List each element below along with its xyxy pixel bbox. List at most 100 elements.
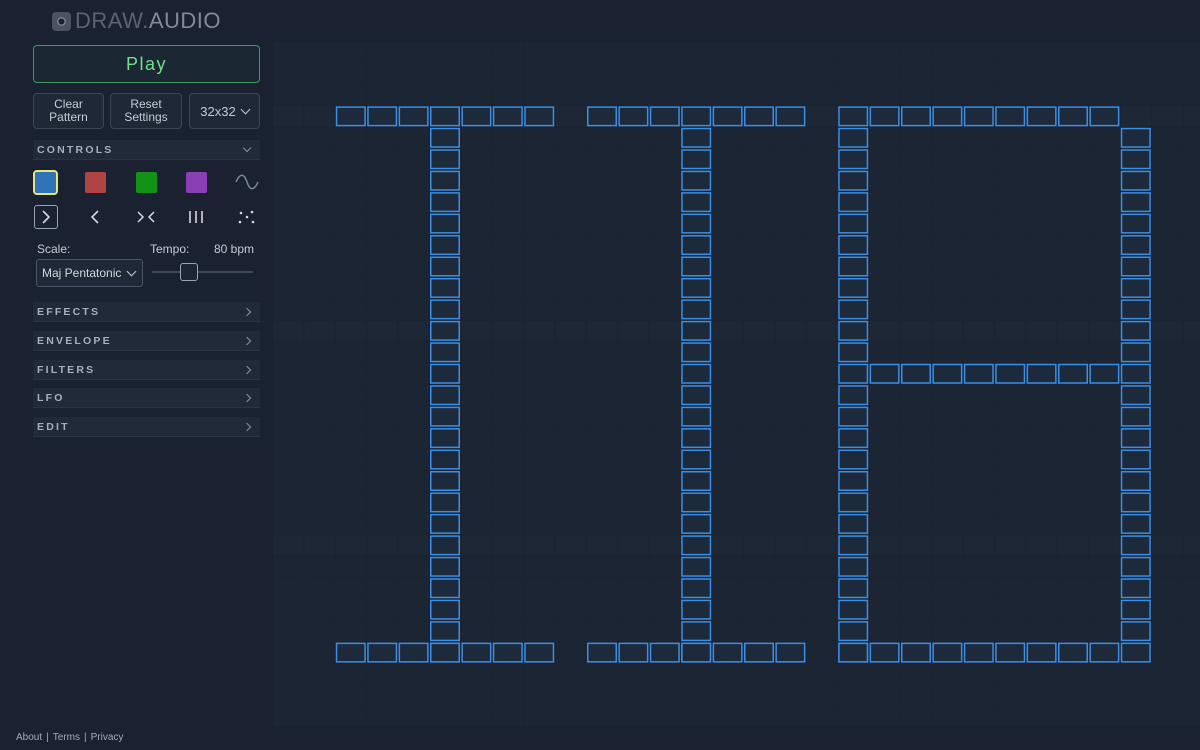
grid-cell[interactable] <box>1183 385 1200 406</box>
controls-section-header[interactable]: CONTROLS <box>33 140 260 160</box>
grid-cell[interactable] <box>398 63 429 84</box>
grid-cell[interactable] <box>1089 449 1120 470</box>
grid-cell-active[interactable] <box>681 277 712 298</box>
grid-cell-active[interactable] <box>1120 277 1151 298</box>
grid-cell[interactable] <box>618 535 649 556</box>
grid-cell[interactable] <box>461 192 492 213</box>
grid-cell[interactable] <box>273 642 303 663</box>
grid-cell-active[interactable] <box>838 642 869 663</box>
grid-cell[interactable] <box>587 170 617 191</box>
grid-cell[interactable] <box>901 513 931 534</box>
grid-cell[interactable] <box>1152 556 1183 577</box>
grid-cell[interactable] <box>555 170 586 191</box>
grid-cell[interactable] <box>744 192 774 213</box>
grid-cell[interactable] <box>1026 556 1057 577</box>
grid-cell-active[interactable] <box>681 170 712 191</box>
grid-cell[interactable] <box>304 578 335 599</box>
grid-cell[interactable] <box>555 492 586 513</box>
grid-cell[interactable] <box>492 513 523 534</box>
grid-cell[interactable] <box>398 513 429 534</box>
grid-cell[interactable] <box>775 385 806 406</box>
grid-cell-active[interactable] <box>681 621 712 642</box>
grid-cell[interactable] <box>398 84 429 105</box>
grid-cell[interactable] <box>367 428 398 449</box>
grid-cell[interactable] <box>492 492 523 513</box>
grid-cell[interactable] <box>304 192 335 213</box>
grid-cell[interactable] <box>335 385 366 406</box>
swatch-blue[interactable] <box>33 170 58 195</box>
grid-cell[interactable] <box>555 471 586 491</box>
grid-cell[interactable] <box>1152 621 1183 642</box>
clear-pattern-button[interactable]: Clear Pattern <box>33 93 104 129</box>
grid-cell[interactable] <box>901 342 931 363</box>
grid-cell[interactable] <box>304 170 335 191</box>
grid-cell-active[interactable] <box>932 106 963 127</box>
grid-cell[interactable] <box>335 127 366 148</box>
grid-cell[interactable] <box>932 471 963 491</box>
grid-cell-active[interactable] <box>1089 363 1120 384</box>
grid-cell[interactable] <box>555 513 586 534</box>
grid-cell[interactable] <box>932 256 963 277</box>
grid-cell-active[interactable] <box>524 106 555 127</box>
grid-cell[interactable] <box>273 556 303 577</box>
grid-cell[interactable] <box>1058 706 1088 727</box>
grid-cell[interactable] <box>398 621 429 642</box>
grid-cell[interactable] <box>524 42 555 62</box>
grid-cell[interactable] <box>304 385 335 406</box>
grid-cell[interactable] <box>963 428 994 449</box>
grid-cell-active[interactable] <box>681 406 712 427</box>
logo[interactable]: DRAW.AUDIO <box>52 8 221 34</box>
grid-cell[interactable] <box>618 63 649 84</box>
grid-cell[interactable] <box>1089 706 1120 727</box>
grid-cell[interactable] <box>775 149 806 170</box>
grid-cell-active[interactable] <box>838 170 869 191</box>
grid-cell[interactable] <box>1089 192 1120 213</box>
grid-cell[interactable] <box>1089 213 1120 234</box>
grid-cell[interactable] <box>932 63 963 84</box>
grid-cell[interactable] <box>1183 621 1200 642</box>
grid-cell[interactable] <box>492 170 523 191</box>
grid-cell[interactable] <box>335 471 366 491</box>
sequencer-grid[interactable] <box>273 42 1200 727</box>
grid-cell-active[interactable] <box>430 556 460 577</box>
grid-cell-active[interactable] <box>681 513 712 534</box>
grid-cell[interactable] <box>681 84 712 105</box>
grid-cell[interactable] <box>744 621 774 642</box>
grid-cell[interactable] <box>273 449 303 470</box>
grid-cell[interactable] <box>681 706 712 727</box>
grid-cell[interactable] <box>963 621 994 642</box>
grid-cell[interactable] <box>1089 664 1120 685</box>
grid-cell[interactable] <box>649 213 680 234</box>
grid-cell[interactable] <box>963 664 994 685</box>
grid-cell[interactable] <box>304 213 335 234</box>
grid-cell[interactable] <box>838 42 869 62</box>
grid-cell[interactable] <box>869 256 900 277</box>
grid-cell[interactable] <box>901 428 931 449</box>
grid-cell[interactable] <box>618 84 649 105</box>
grid-cell[interactable] <box>492 277 523 298</box>
grid-cell[interactable] <box>587 385 617 406</box>
grid-cell[interactable] <box>1089 685 1120 706</box>
grid-cell[interactable] <box>963 513 994 534</box>
grid-cell[interactable] <box>1026 492 1057 513</box>
grid-cell-active[interactable] <box>492 642 523 663</box>
grid-cell[interactable] <box>901 471 931 491</box>
grid-cell[interactable] <box>901 621 931 642</box>
grid-cell-active[interactable] <box>430 642 460 663</box>
grid-cell[interactable] <box>304 149 335 170</box>
grid-cell[interactable] <box>1183 664 1200 685</box>
grid-cell[interactable] <box>273 706 303 727</box>
grid-cell[interactable] <box>649 170 680 191</box>
grid-cell[interactable] <box>806 256 837 277</box>
grid-cell[interactable] <box>1183 599 1200 620</box>
grid-cell[interactable] <box>1183 170 1200 191</box>
grid-cell[interactable] <box>712 664 743 685</box>
grid-cell[interactable] <box>775 42 806 62</box>
grid-cell[interactable] <box>649 471 680 491</box>
grid-cell[interactable] <box>367 706 398 727</box>
grid-cell-active[interactable] <box>430 299 460 320</box>
grid-cell-active[interactable] <box>461 642 492 663</box>
grid-cell-active[interactable] <box>1120 556 1151 577</box>
grid-cell[interactable] <box>335 428 366 449</box>
grid-cell[interactable] <box>1183 320 1200 341</box>
